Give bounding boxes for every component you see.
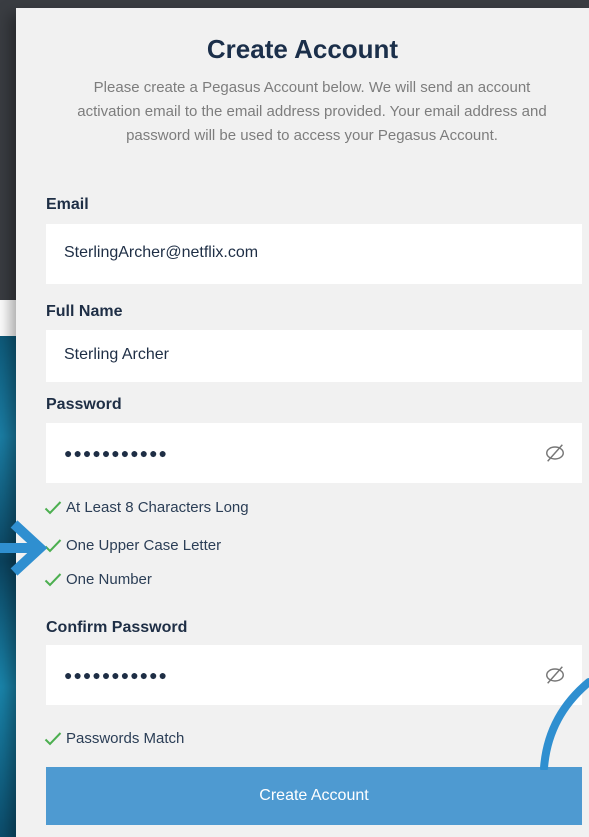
rule-uppercase: One Upper Case Letter xyxy=(44,537,221,554)
confirm-password-label: Confirm Password xyxy=(46,619,188,636)
password-value: ●●●●●●●●●●● xyxy=(64,445,169,461)
background-image xyxy=(0,336,16,837)
fullname-value: Sterling Archer xyxy=(64,346,169,363)
email-label: Email xyxy=(46,196,89,213)
rule-text: One Upper Case Letter xyxy=(66,537,222,554)
check-icon xyxy=(44,500,62,514)
page-title: Create Account xyxy=(206,34,399,64)
rule-text: At Least 8 Characters Long xyxy=(66,499,249,516)
annotation-arrow-icon xyxy=(0,520,48,576)
fullname-field[interactable]: Sterling Archer xyxy=(46,330,582,382)
email-field[interactable]: SterlingArcher@netflix.com xyxy=(46,224,582,284)
background-frame-left xyxy=(0,0,16,300)
rule-text: One Number xyxy=(66,571,152,588)
email-value: SterlingArcher@netflix.com xyxy=(64,244,259,261)
create-account-card: Create Account Please create a Pegasus A… xyxy=(16,8,589,837)
match-text: Passwords Match xyxy=(66,730,185,747)
fullname-label: Full Name xyxy=(46,303,123,320)
create-account-button[interactable]: Create Account xyxy=(46,767,582,825)
password-label: Password xyxy=(46,396,122,413)
confirm-password-field[interactable]: ●●●●●●●●●●● xyxy=(46,645,582,705)
annotation-curve-icon xyxy=(540,678,589,770)
rule-number: One Number xyxy=(44,571,152,588)
background-frame-top xyxy=(0,0,589,8)
rule-length: At Least 8 Characters Long xyxy=(44,499,249,516)
check-icon xyxy=(44,731,62,745)
eye-hidden-icon[interactable] xyxy=(544,442,566,464)
passwords-match: Passwords Match xyxy=(44,730,184,747)
intro-text: Please create a Pegasus Account below. W… xyxy=(77,79,547,144)
password-field[interactable]: ●●●●●●●●●●● xyxy=(46,423,582,483)
confirm-password-value: ●●●●●●●●●●● xyxy=(64,667,169,683)
